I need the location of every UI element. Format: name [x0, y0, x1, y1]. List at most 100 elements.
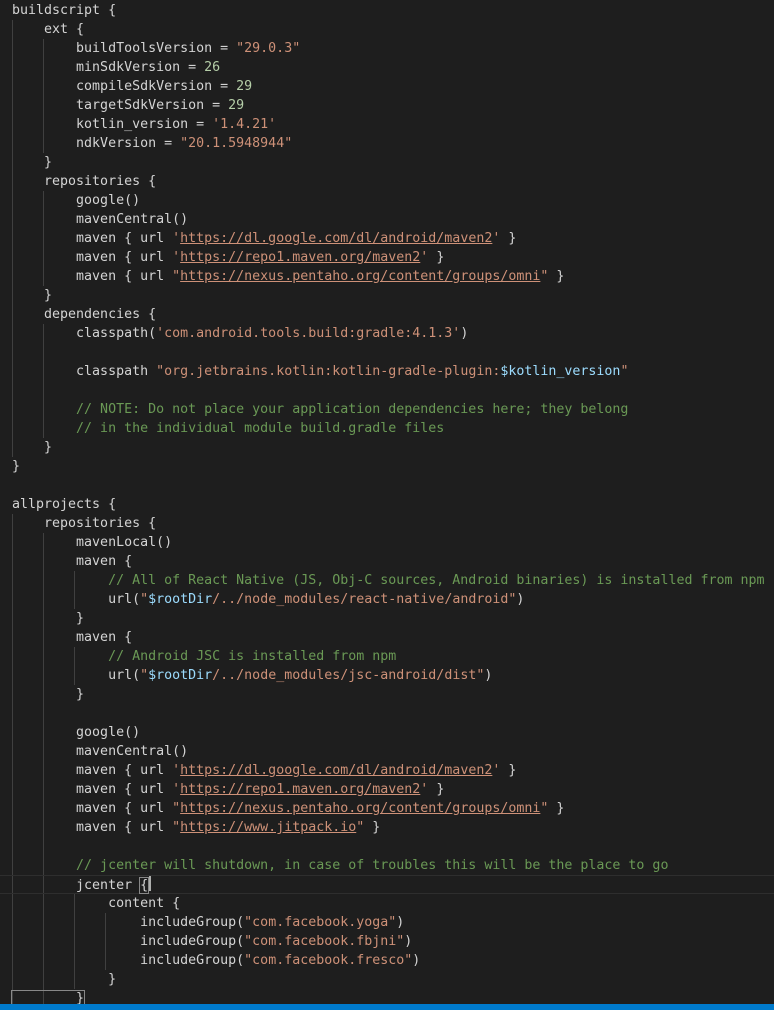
- code-line[interactable]: mavenCentral(): [12, 210, 188, 229]
- code-line[interactable]: repositories {: [12, 172, 156, 191]
- code-line[interactable]: }: [10, 989, 86, 1004]
- code-line[interactable]: // in the individual module build.gradle…: [12, 419, 444, 438]
- code-line[interactable]: includeGroup("com.facebook.fbjni"): [12, 932, 412, 951]
- code-line[interactable]: maven { url "https://nexus.pentaho.org/c…: [12, 799, 564, 818]
- code-line[interactable]: allprojects {: [12, 495, 116, 514]
- code-line[interactable]: ndkVersion = "20.1.5948944": [12, 134, 292, 153]
- code-token: maven {: [12, 554, 133, 569]
- code-token: minSdkVersion =: [12, 60, 205, 75]
- code-token: allprojects {: [12, 497, 117, 512]
- code-token: kotlin_version =: [12, 117, 213, 132]
- url-link[interactable]: https://nexus.pentaho.org/content/groups…: [180, 801, 540, 816]
- code-line[interactable]: minSdkVersion = 26: [12, 58, 220, 77]
- code-line[interactable]: jcenter {: [0, 875, 774, 894]
- code-token: ": [140, 668, 149, 683]
- code-token: {: [139, 877, 150, 894]
- code-line[interactable]: compileSdkVersion = 29: [12, 77, 252, 96]
- code-line[interactable]: includeGroup("com.facebook.yoga"): [12, 913, 404, 932]
- code-line[interactable]: maven { url 'https://repo1.maven.org/mav…: [12, 780, 444, 799]
- code-token: maven { url: [12, 231, 173, 246]
- code-token: maven { url: [12, 820, 173, 835]
- code-token: includeGroup(: [12, 934, 245, 949]
- code-line[interactable]: maven { url "https://nexus.pentaho.org/c…: [12, 267, 564, 286]
- code-line[interactable]: includeGroup("com.facebook.fresco"): [12, 951, 420, 970]
- code-token: mavenLocal(): [12, 535, 173, 550]
- code-line[interactable]: }: [12, 970, 116, 989]
- code-line[interactable]: }: [12, 153, 52, 172]
- code-token: "com.facebook.yoga": [244, 915, 397, 930]
- code-line[interactable]: url("$rootDir/../node_modules/jsc-androi…: [12, 666, 492, 685]
- text-cursor: [149, 876, 152, 891]
- code-line[interactable]: maven {: [12, 628, 132, 647]
- code-line[interactable]: // NOTE: Do not place your application d…: [12, 400, 628, 419]
- code-token: ): [412, 953, 421, 968]
- code-token: dependencies {: [12, 307, 157, 322]
- code-token: }: [12, 972, 117, 987]
- code-line[interactable]: content {: [12, 894, 180, 913]
- code-token: "20.1.5948944": [180, 136, 293, 151]
- code-token: url(: [12, 592, 141, 607]
- code-token: google(): [12, 725, 141, 740]
- code-token: $rootDir: [148, 592, 213, 607]
- code-line[interactable]: }: [12, 685, 84, 704]
- code-token: maven { url: [12, 269, 173, 284]
- code-line[interactable]: kotlin_version = '1.4.21': [12, 115, 276, 134]
- code-line[interactable]: buildToolsVersion = "29.0.3": [12, 39, 300, 58]
- code-line[interactable]: dependencies {: [12, 305, 156, 324]
- code-token: // All of React Native (JS, Obj-C source…: [12, 573, 765, 588]
- code-line[interactable]: }: [12, 286, 52, 305]
- code-line[interactable]: }: [12, 609, 84, 628]
- code-line[interactable]: // All of React Native (JS, Obj-C source…: [12, 571, 765, 590]
- code-token: ": [172, 820, 181, 835]
- code-token: }: [500, 231, 517, 246]
- code-token: // NOTE: Do not place your application d…: [12, 402, 629, 417]
- code-token: }: [428, 250, 445, 265]
- code-token: buildToolsVersion =: [12, 41, 237, 56]
- code-editor[interactable]: buildscript { ext { buildToolsVersion = …: [0, 0, 774, 1004]
- code-line[interactable]: mavenCentral(): [12, 742, 188, 761]
- url-link[interactable]: https://www.jitpack.io: [180, 820, 356, 835]
- code-line[interactable]: targetSdkVersion = 29: [12, 96, 244, 115]
- code-line[interactable]: url("$rootDir/../node_modules/react-nati…: [12, 590, 524, 609]
- code-line[interactable]: buildscript {: [12, 1, 116, 20]
- code-token: content {: [12, 896, 181, 911]
- code-token: ): [396, 915, 405, 930]
- code-line[interactable]: maven { url 'https://dl.google.com/dl/an…: [12, 761, 516, 780]
- url-link[interactable]: https://nexus.pentaho.org/content/groups…: [180, 269, 540, 284]
- code-token: ": [620, 364, 629, 379]
- code-line[interactable]: maven { url 'https://repo1.maven.org/mav…: [12, 248, 444, 267]
- code-token: }: [500, 763, 517, 778]
- url-link[interactable]: https://repo1.maven.org/maven2: [180, 782, 420, 797]
- code-token: compileSdkVersion =: [12, 79, 237, 94]
- url-link[interactable]: https://dl.google.com/dl/android/maven2: [180, 763, 492, 778]
- code-token: // in the individual module build.gradle…: [12, 421, 445, 436]
- code-line[interactable]: classpath('com.android.tools.build:gradl…: [12, 324, 468, 343]
- code-line[interactable]: classpath "org.jetbrains.kotlin:kotlin-g…: [12, 362, 628, 381]
- code-line[interactable]: }: [12, 457, 20, 476]
- code-token: ': [172, 250, 181, 265]
- code-line[interactable]: ext {: [12, 20, 84, 39]
- code-token: includeGroup(: [12, 915, 245, 930]
- code-line[interactable]: google(): [12, 191, 140, 210]
- code-line[interactable]: google(): [12, 723, 140, 742]
- code-line[interactable]: mavenLocal(): [12, 533, 172, 552]
- code-token: /../node_modules/jsc-android/dist": [212, 668, 485, 683]
- code-token: 'com.android.tools.build:gradle:4.1.3': [156, 326, 461, 341]
- code-token: }: [12, 155, 53, 170]
- code-token: maven { url: [12, 782, 173, 797]
- code-line[interactable]: repositories {: [12, 514, 156, 533]
- code-token: }: [12, 459, 21, 474]
- code-line[interactable]: maven { url "https://www.jitpack.io" }: [12, 818, 380, 837]
- code-token: mavenCentral(): [12, 212, 189, 227]
- url-link[interactable]: https://repo1.maven.org/maven2: [180, 250, 420, 265]
- code-line[interactable]: maven {: [12, 552, 132, 571]
- code-token: }: [548, 269, 565, 284]
- url-link[interactable]: https://dl.google.com/dl/android/maven2: [180, 231, 492, 246]
- code-line[interactable]: // Android JSC is installed from npm: [12, 647, 396, 666]
- code-token: google(): [12, 193, 141, 208]
- code-line[interactable]: maven { url 'https://dl.google.com/dl/an…: [12, 229, 516, 248]
- code-token: ): [484, 668, 493, 683]
- code-line[interactable]: // jcenter will shutdown, in case of tro…: [12, 856, 668, 875]
- code-line[interactable]: }: [12, 438, 52, 457]
- code-token: 26: [204, 60, 221, 75]
